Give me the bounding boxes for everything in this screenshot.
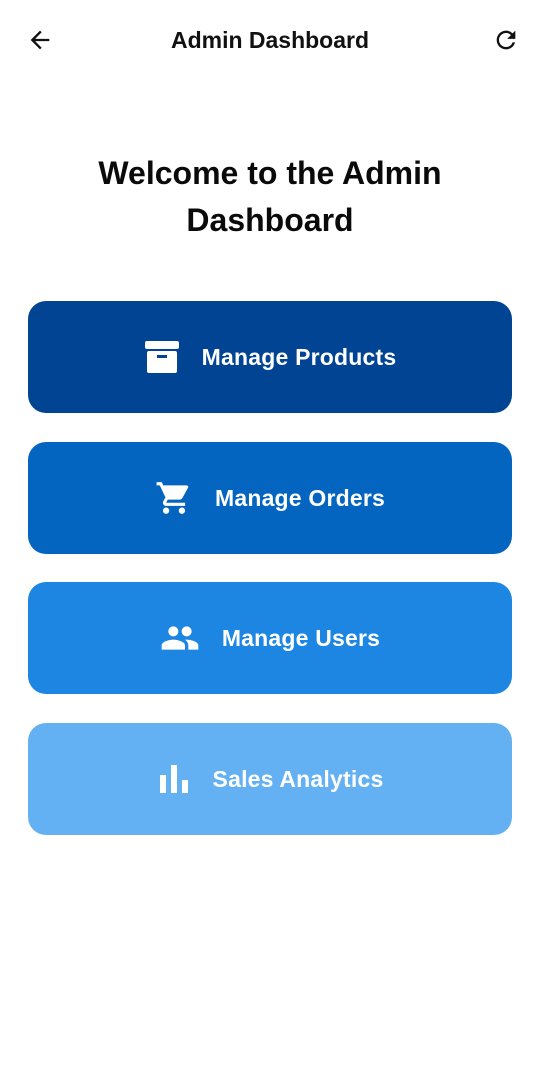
sales-analytics-button[interactable]: Sales Analytics: [28, 723, 512, 835]
welcome-heading: Welcome to the Admin Dashboard: [98, 155, 442, 238]
refresh-button[interactable]: [486, 20, 526, 60]
app-bar: Admin Dashboard: [0, 0, 540, 80]
manage-orders-label: Manage Orders: [214, 484, 386, 511]
manage-orders-button[interactable]: Manage Orders: [28, 442, 512, 554]
manage-products-button[interactable]: Manage Products: [28, 301, 512, 413]
manage-users-label: Manage Users: [221, 624, 381, 651]
manage-users-button[interactable]: Manage Users: [28, 582, 512, 694]
shopping-cart-icon: [155, 479, 193, 517]
people-icon: [160, 618, 200, 658]
manage-products-label: Manage Products: [201, 343, 397, 370]
sales-analytics-label: Sales Analytics: [212, 765, 384, 792]
refresh-icon: [496, 30, 516, 50]
app-title: Admin Dashboard: [170, 27, 370, 53]
bar-chart-icon: [157, 762, 191, 796]
archive-box-icon: [144, 339, 180, 375]
